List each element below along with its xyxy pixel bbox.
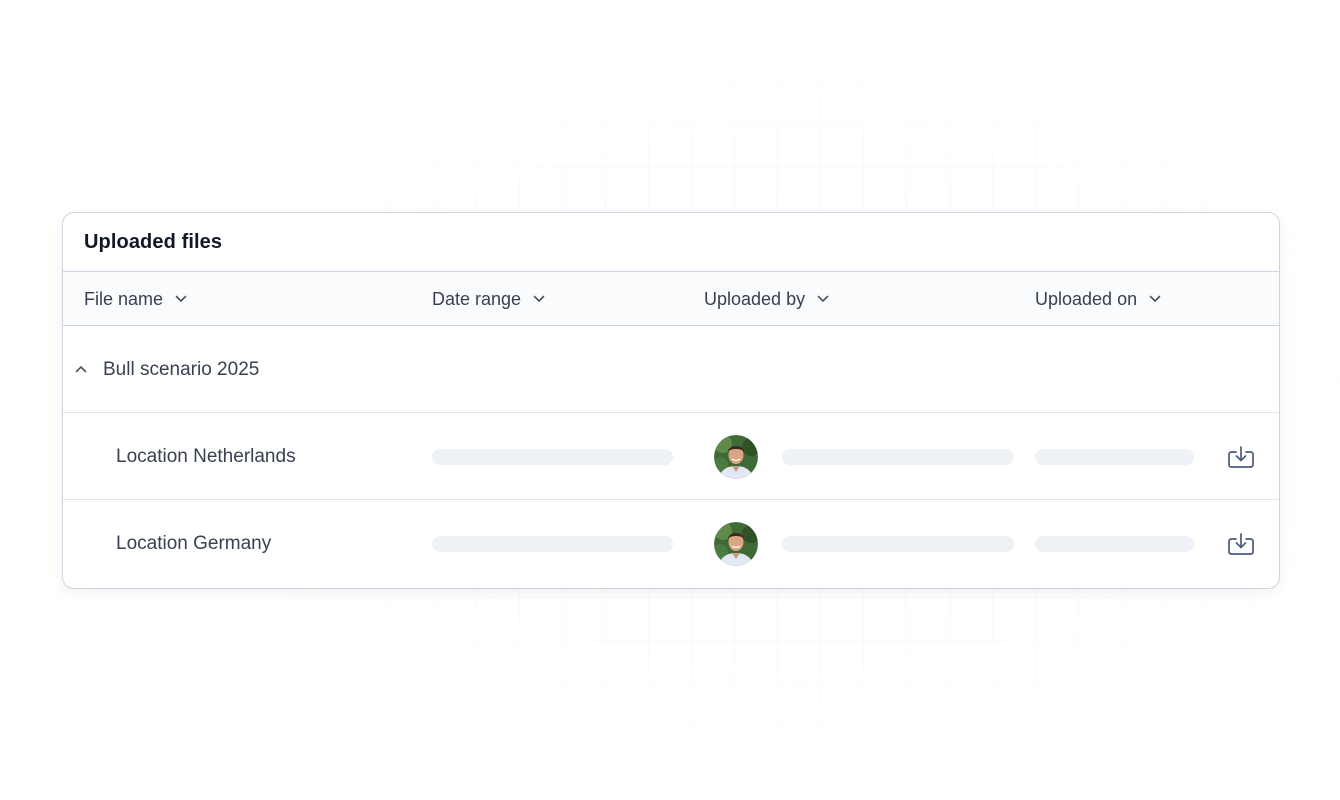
download-icon[interactable] <box>1226 529 1256 559</box>
uploaded-by-placeholder <box>782 536 1014 552</box>
date-range-placeholder <box>432 536 673 552</box>
date-range-placeholder <box>432 449 673 465</box>
column-header-label: Uploaded by <box>704 288 806 309</box>
user-avatar <box>714 435 758 479</box>
canvas: Uploaded files File name Date range Uplo… <box>0 0 1340 800</box>
column-header-date-range[interactable]: Date range <box>432 272 547 326</box>
uploaded-files-card: Uploaded files File name Date range Uplo… <box>62 212 1280 589</box>
column-header-label: File name <box>84 288 164 309</box>
file-name: Location Netherlands <box>116 445 296 467</box>
column-header-label: Date range <box>432 288 522 309</box>
group-row: Bull scenario 2025 <box>63 326 1279 413</box>
uploaded-on-placeholder <box>1035 536 1194 552</box>
chevron-down-icon <box>531 291 547 307</box>
table-body: Bull scenario 2025 Location Netherlands <box>63 326 1279 587</box>
chevron-down-icon <box>815 291 831 307</box>
column-header-file-name[interactable]: File name <box>84 272 189 326</box>
table-header: File name Date range Uploaded by Uploade… <box>63 272 1279 326</box>
column-header-uploaded-on[interactable]: Uploaded on <box>1035 272 1163 326</box>
column-header-uploaded-by[interactable]: Uploaded by <box>704 272 831 326</box>
table-row: Location Germany <box>63 500 1279 587</box>
table-row: Location Netherlands <box>63 413 1279 500</box>
chevron-down-icon <box>1147 291 1163 307</box>
card-title: Uploaded files <box>84 230 223 253</box>
user-avatar <box>714 522 758 566</box>
uploaded-by-placeholder <box>782 449 1014 465</box>
download-icon[interactable] <box>1226 442 1256 472</box>
group-label: Bull scenario 2025 <box>103 358 260 380</box>
chevron-up-icon[interactable] <box>73 361 89 377</box>
column-header-label: Uploaded on <box>1035 288 1138 309</box>
file-name: Location Germany <box>116 532 272 554</box>
chevron-down-icon <box>173 291 189 307</box>
card-header: Uploaded files <box>63 213 1279 272</box>
uploaded-on-placeholder <box>1035 449 1194 465</box>
